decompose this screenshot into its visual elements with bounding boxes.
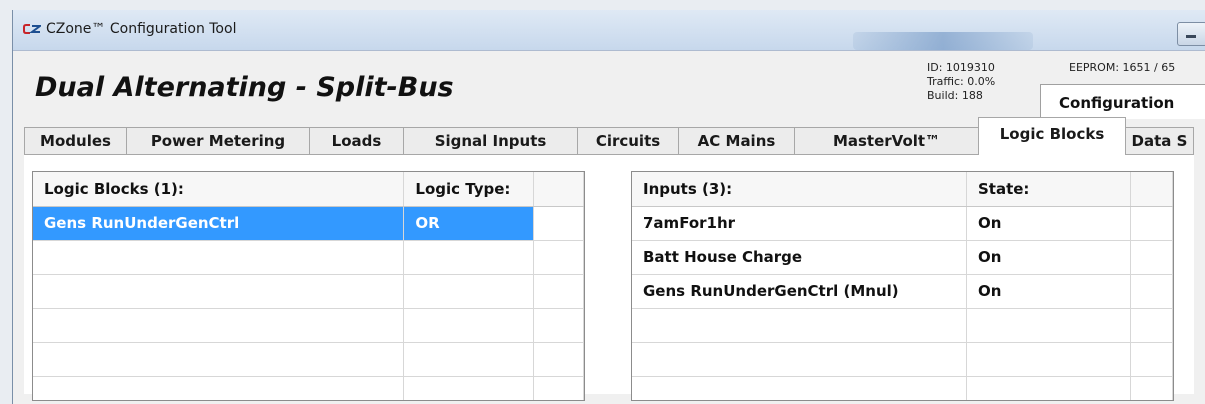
empty-cell — [966, 342, 1132, 377]
column-header-inputs[interactable]: Inputs (3): — [632, 172, 967, 207]
empty-row — [632, 308, 1173, 343]
empty-cell — [533, 308, 584, 343]
tab-modules[interactable]: Modules — [24, 127, 127, 156]
empty-cell — [403, 342, 535, 377]
empty-cell — [33, 342, 405, 377]
empty-row — [632, 342, 1173, 377]
tab-power-metering[interactable]: Power Metering — [126, 127, 310, 156]
empty-cell — [632, 308, 967, 343]
empty-cell — [533, 240, 584, 275]
row-spacer — [533, 206, 584, 241]
table-row[interactable]: Gens RunUnderGenCtrl (Mnul) On — [632, 274, 1173, 309]
status-info: ID: 1019310 Traffic: 0.0% Build: 188 — [927, 61, 995, 103]
empty-cell — [403, 308, 535, 343]
tab-logic-blocks[interactable]: Logic Blocks — [978, 117, 1126, 155]
input-name[interactable]: Batt House Charge — [632, 240, 967, 275]
column-header-state[interactable]: State: — [966, 172, 1132, 207]
table-row[interactable]: 7amFor1hr On — [632, 206, 1173, 241]
input-state[interactable]: On — [966, 206, 1132, 241]
window-title: CZone™ Configuration Tool — [46, 21, 237, 37]
tab-strip: Modules Power Metering Loads Signal Inpu… — [24, 117, 1194, 156]
empty-row — [33, 342, 584, 377]
empty-row — [33, 308, 584, 343]
logic-blocks-panel: Logic Blocks (1): Logic Type: Gens RunUn… — [24, 155, 1194, 401]
tab-configuration[interactable]: Configuration — [1040, 84, 1205, 119]
tab-mastervolt[interactable]: MasterVolt™ — [794, 127, 979, 156]
table-row[interactable]: Batt House Charge On — [632, 240, 1173, 275]
column-header-logic-type[interactable]: Logic Type: — [403, 172, 535, 207]
eeprom-text: EEPROM: 1651 / 65 — [1069, 61, 1176, 74]
row-spacer — [1130, 206, 1173, 241]
empty-cell — [1130, 308, 1173, 343]
traffic-text: Traffic: 0.0% — [927, 75, 996, 88]
input-name[interactable]: Gens RunUnderGenCtrl (Mnul) — [632, 274, 967, 309]
grid-header-row: Inputs (3): State: — [632, 172, 1173, 207]
empty-row — [33, 376, 584, 400]
page-title: Dual Alternating - Split-Bus — [35, 72, 454, 103]
empty-cell — [33, 376, 405, 400]
empty-cell — [533, 274, 584, 309]
row-spacer — [1130, 274, 1173, 309]
id-text: ID: 1019310 — [927, 61, 995, 74]
empty-cell — [966, 376, 1132, 400]
table-row[interactable]: Gens RunUnderGenCtrl OR — [33, 206, 584, 241]
inputs-grid[interactable]: Inputs (3): State: 7amFor1hr On Batt Hou… — [631, 171, 1174, 401]
empty-cell — [403, 274, 535, 309]
empty-cell — [632, 376, 967, 400]
grid-header-row: Logic Blocks (1): Logic Type: — [33, 172, 584, 207]
tab-circuits[interactable]: Circuits — [577, 127, 679, 156]
column-header-logic-blocks[interactable]: Logic Blocks (1): — [33, 172, 405, 207]
column-header-spacer — [1130, 172, 1173, 207]
empty-cell — [533, 342, 584, 377]
logic-block-name[interactable]: Gens RunUnderGenCtrl — [33, 206, 405, 241]
tab-ac-mains[interactable]: AC Mains — [678, 127, 795, 156]
empty-cell — [33, 240, 405, 275]
input-name[interactable]: 7amFor1hr — [632, 206, 967, 241]
tab-loads[interactable]: Loads — [309, 127, 404, 156]
empty-cell — [33, 274, 405, 309]
empty-cell — [33, 308, 405, 343]
empty-row — [33, 274, 584, 309]
column-header-spacer — [533, 172, 584, 207]
empty-cell — [1130, 376, 1173, 400]
empty-cell — [403, 376, 535, 400]
tab-signal-inputs[interactable]: Signal Inputs — [403, 127, 578, 156]
tab-data[interactable]: Data S — [1125, 127, 1194, 156]
empty-cell — [1130, 342, 1173, 377]
logic-blocks-grid[interactable]: Logic Blocks (1): Logic Type: Gens RunUn… — [32, 171, 585, 401]
empty-cell — [403, 240, 535, 275]
blurred-titlebar-region — [853, 32, 1033, 50]
empty-row — [632, 376, 1173, 400]
empty-cell — [966, 308, 1132, 343]
cz-logo-icon — [23, 23, 43, 37]
empty-row — [33, 240, 584, 275]
title-bar[interactable]: CZone™ Configuration Tool — [13, 10, 1205, 51]
input-state[interactable]: On — [966, 274, 1132, 309]
input-state[interactable]: On — [966, 240, 1132, 275]
minimize-button[interactable] — [1177, 22, 1205, 46]
build-text: Build: 188 — [927, 89, 983, 102]
empty-cell — [632, 342, 967, 377]
row-spacer — [1130, 240, 1173, 275]
empty-cell — [533, 376, 584, 400]
logic-block-type[interactable]: OR — [403, 206, 535, 241]
